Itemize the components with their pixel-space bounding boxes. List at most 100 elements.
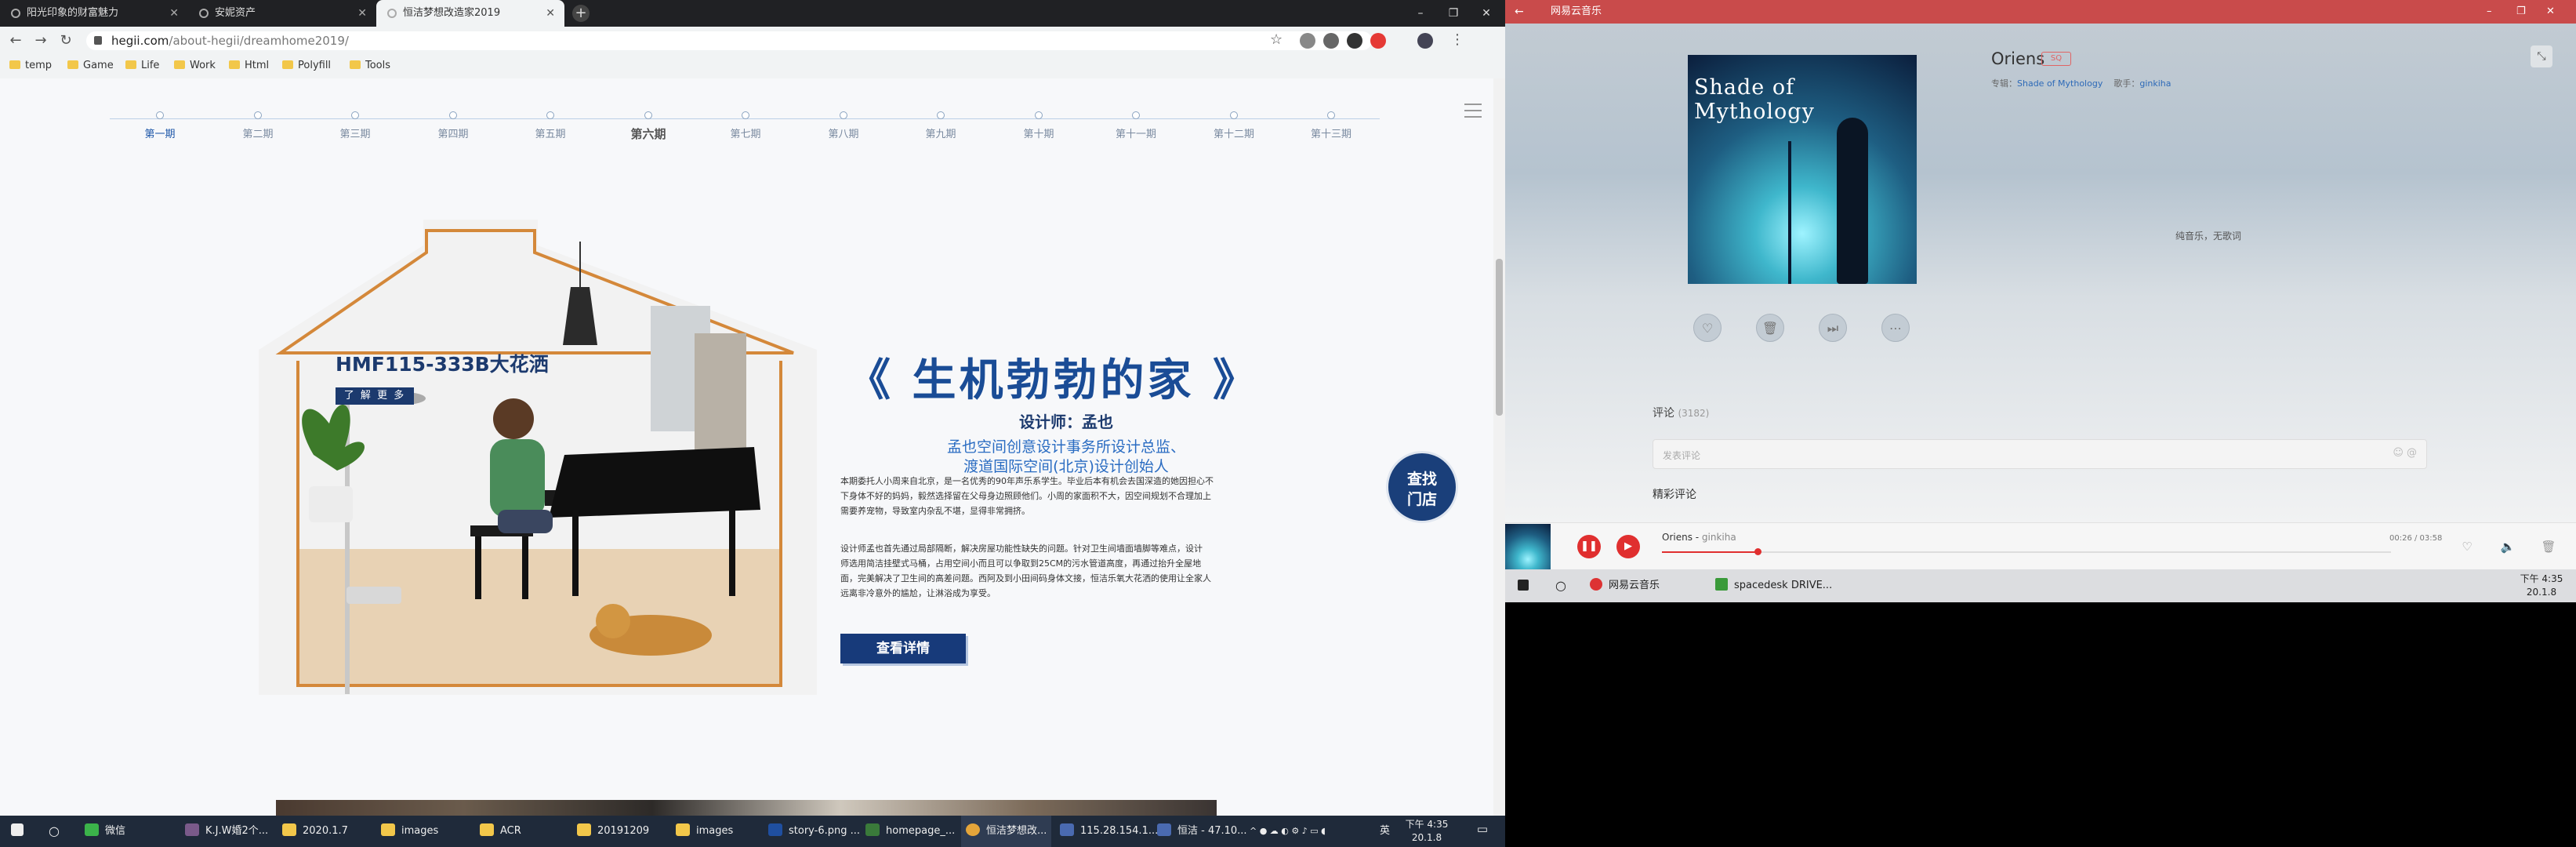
extension-icon[interactable] [1347, 33, 1362, 49]
reload-icon[interactable]: ↻ [56, 31, 75, 50]
trash-button[interactable]: 🗑 [1756, 314, 1784, 342]
bookmarks-bar [0, 55, 1505, 79]
close-icon[interactable]: ✕ [546, 0, 555, 27]
artist-link[interactable]: ginkiha [2139, 78, 2171, 89]
remote-desktop-icon [1157, 823, 1171, 836]
timeline-item[interactable]: 第三期 [312, 111, 398, 140]
forward-icon[interactable]: → [31, 31, 50, 50]
learn-more-button[interactable]: 了 解 更 多 [336, 387, 414, 405]
profile-icon[interactable] [1417, 33, 1433, 49]
taskbar-item[interactable]: 20191209 [577, 816, 649, 847]
comment-input[interactable]: 发表评论 ☺ @ [1653, 439, 2427, 469]
collapse-icon[interactable]: ⤡ [2531, 45, 2552, 67]
extension-icon[interactable] [1370, 33, 1386, 49]
scrollbar-thumb[interactable] [1496, 259, 1503, 416]
taskbar-item[interactable]: 微信 [85, 816, 125, 847]
input-method-indicator[interactable]: 英 [1380, 816, 1390, 847]
url-host: hegii.com [111, 34, 169, 48]
timeline-item[interactable]: 第五期 [507, 111, 593, 140]
emoji-icon[interactable]: ☺ @ [2393, 447, 2417, 459]
taskbar-item[interactable]: images [381, 816, 438, 847]
clock[interactable]: 下午 4:35 20.1.8 [2516, 573, 2567, 599]
find-store-button[interactable]: 查找 门店 [1386, 451, 1458, 523]
timeline-item[interactable]: 第十二期 [1191, 111, 1277, 140]
menu-icon[interactable]: ⋮ [1450, 31, 1464, 48]
extension-icon[interactable] [1323, 33, 1339, 49]
taskbar-item[interactable]: K.J.W婚2个... [185, 816, 268, 847]
progress-knob[interactable] [1754, 548, 1761, 555]
start-button[interactable] [1518, 569, 1535, 602]
taskbar-item[interactable]: homepage_... [865, 816, 955, 847]
album-link[interactable]: Shade of Mythology [2017, 78, 2103, 89]
back-icon[interactable]: ← [6, 31, 25, 50]
progress-bar[interactable] [1662, 551, 2391, 553]
timeline-item[interactable]: 第八期 [800, 111, 887, 140]
next-track-button[interactable]: ▶ [1616, 535, 1640, 558]
secondary-taskbar [1505, 569, 2576, 602]
timeline-item[interactable]: 第十期 [996, 111, 1082, 140]
like-button[interactable]: ♡ [1693, 314, 1722, 342]
pause-button[interactable]: ❚❚ [1577, 535, 1601, 558]
scrollbar[interactable] [1493, 78, 1505, 816]
notification-icon[interactable]: ▭ [1474, 822, 1491, 839]
taskbar-item[interactable]: spacedesk DRIVE... [1715, 569, 1832, 602]
bookmark-folder[interactable]: Life [125, 60, 159, 74]
clock[interactable]: 下午 4:35 20.1.8 [1405, 818, 1449, 845]
heart-icon[interactable]: ♡ [2458, 538, 2476, 555]
bookmark-folder[interactable]: Html [229, 60, 269, 74]
taskbar-item-active[interactable]: 恒洁梦想改... [961, 816, 1052, 847]
search-icon[interactable]: ○ [1555, 569, 1566, 602]
maximize-button[interactable]: ❐ [2516, 0, 2526, 24]
mini-cover[interactable] [1505, 524, 1551, 569]
close-window-button[interactable]: ✕ [2546, 0, 2555, 24]
bookmark-folder[interactable]: Work [174, 60, 216, 74]
site-favicon-icon [199, 9, 209, 18]
start-button[interactable] [11, 816, 30, 847]
more-button[interactable]: ⋯ [1881, 314, 1910, 342]
timeline-item[interactable]: 第九期 [898, 111, 984, 140]
close-icon[interactable]: ✕ [169, 0, 179, 27]
bookmark-folder[interactable]: Game [67, 60, 114, 74]
volume-icon[interactable]: 🔈 [2499, 538, 2516, 555]
timeline-item[interactable]: 第七期 [702, 111, 789, 140]
timeline-item[interactable]: 第四期 [410, 111, 496, 140]
search-icon[interactable]: ○ [49, 816, 60, 847]
tab-2[interactable]: 安妮资产 ✕ [188, 0, 376, 27]
close-window-button[interactable]: ✕ [1471, 0, 1502, 27]
hamburger-menu-icon[interactable] [1464, 104, 1482, 118]
address-bar[interactable]: hegii.com/about-hegii/dreamhome2019/ [86, 31, 1372, 50]
bookmark-star-icon[interactable]: ☆ [1270, 31, 1283, 48]
taskbar-item[interactable]: 115.28.154.1... [1060, 816, 1158, 847]
back-arrow-icon[interactable]: ← [1515, 0, 1524, 24]
tab-title: 恒洁梦想改造家2019 [403, 7, 501, 19]
next-button[interactable]: ⏭ [1819, 314, 1847, 342]
minimize-button[interactable]: – [2487, 0, 2492, 24]
taskbar-item[interactable]: 2020.1.7 [282, 816, 348, 847]
taskbar-item[interactable]: images [676, 816, 733, 847]
new-tab-button[interactable]: + [572, 5, 590, 22]
minimize-button[interactable]: – [1405, 0, 1436, 27]
tab-1[interactable]: 阳光印象的财富魅力 ✕ [0, 0, 188, 27]
timeline-item[interactable]: 第一期 [117, 111, 203, 140]
bookmark-folder[interactable]: temp [9, 60, 52, 74]
close-icon[interactable]: ✕ [357, 0, 367, 27]
timeline-item[interactable]: 第十三期 [1288, 111, 1374, 140]
next-icon: ▶ [1624, 540, 1632, 552]
taskbar-item[interactable]: ACR [480, 816, 521, 847]
maximize-button[interactable]: ❐ [1438, 0, 1469, 27]
taskbar-item[interactable]: 网易云音乐 [1590, 569, 1660, 602]
taskbar-item[interactable]: story-6.png ... [768, 816, 860, 847]
timeline-item[interactable]: 第十一期 [1093, 111, 1179, 140]
bookmark-folder[interactable]: Polyfill [282, 60, 331, 74]
extension-icon[interactable] [1300, 33, 1315, 49]
view-details-button[interactable]: 查看详情 [840, 634, 966, 663]
bookmark-folder[interactable]: Tools [350, 60, 390, 74]
timeline-item-current[interactable]: 第六期 [605, 111, 691, 142]
trash-icon[interactable]: 🗑 [2540, 538, 2557, 555]
timeline-item[interactable]: 第二期 [215, 111, 301, 140]
system-tray-icons[interactable]: ^ ● ☁ ◐ ⚙ ♪ ▭ ◖ [1250, 816, 1326, 847]
tab-3-active[interactable]: 恒洁梦想改造家2019 ✕ [376, 0, 564, 27]
taskbar-item[interactable]: 恒洁 - 47.10... [1157, 816, 1247, 847]
site-favicon-icon [11, 9, 20, 18]
lyric-text: 纯音乐，无歌词 [2175, 231, 2242, 242]
